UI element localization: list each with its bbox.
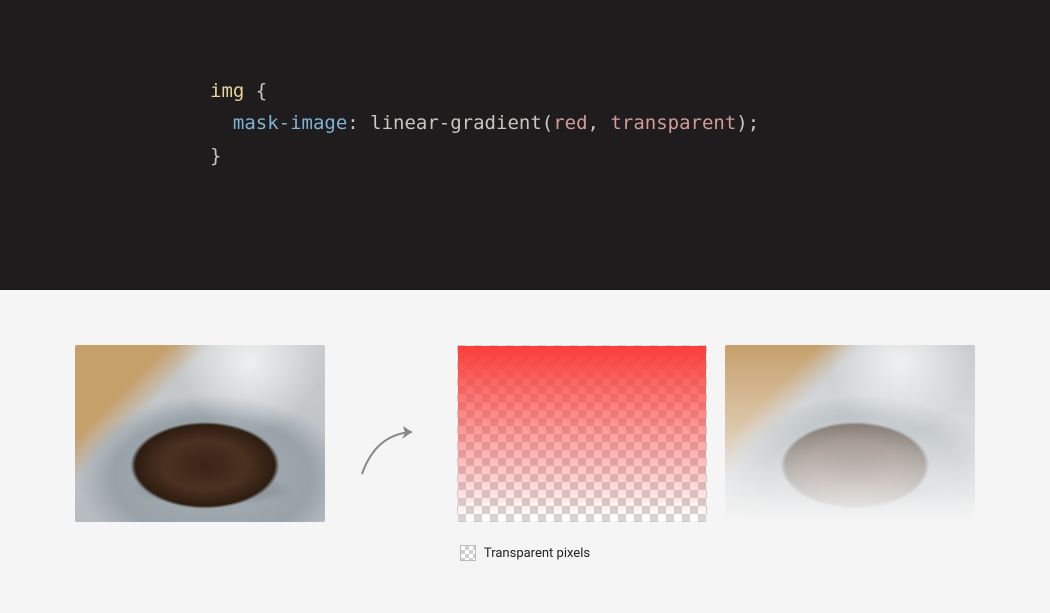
gradient-mask-tile	[457, 345, 707, 522]
red-gradient-overlay	[458, 346, 706, 521]
legend-label: Transparent pixels	[484, 546, 590, 561]
brownie-photo-masked	[725, 345, 975, 522]
code-sep: ,	[588, 112, 599, 134]
code-function: linear-gradient	[370, 112, 542, 134]
gradient-mask	[457, 345, 707, 522]
code-close-paren: )	[736, 112, 747, 134]
code-semicolon: ;	[748, 112, 759, 134]
code-colon: :	[347, 112, 358, 134]
code-selector: img	[210, 80, 244, 102]
masked-result-tile	[725, 345, 975, 522]
code-close-brace: }	[210, 145, 221, 167]
brownie-photo	[75, 345, 325, 522]
transparency-swatch-icon	[460, 545, 476, 561]
code-arg-transparent: transparent	[610, 112, 736, 134]
code-arg-red: red	[553, 112, 587, 134]
demo-panel: Transparent pixels	[0, 290, 1050, 522]
css-code-block: img { mask-image: linear-gradient(red, t…	[210, 75, 1050, 172]
arrow-icon	[343, 345, 438, 480]
code-property: mask-image	[233, 112, 347, 134]
code-open-paren: (	[542, 112, 553, 134]
code-open-brace: {	[256, 80, 267, 102]
code-panel: img { mask-image: linear-gradient(red, t…	[0, 0, 1050, 290]
legend: Transparent pixels	[0, 545, 1050, 561]
original-image-tile	[75, 345, 325, 522]
